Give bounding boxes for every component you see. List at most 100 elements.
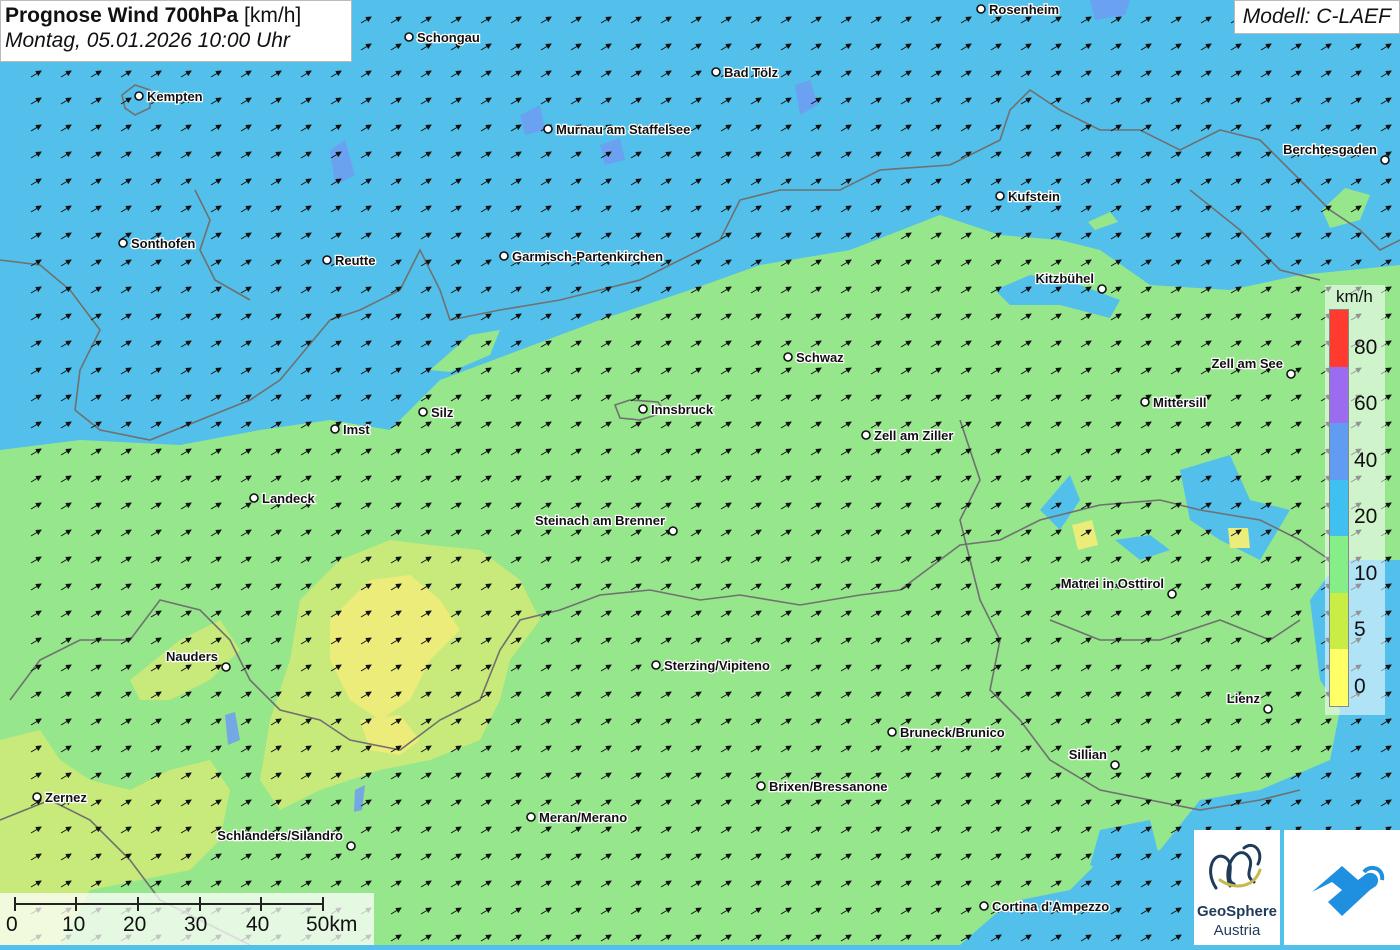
scale-label: 10	[62, 913, 86, 936]
city-label: Kitzbühel	[1036, 271, 1095, 286]
city-label: Innsbruck	[651, 402, 714, 417]
city-marker-dot[interactable]	[668, 526, 678, 536]
city-marker-dot[interactable]	[1140, 397, 1150, 407]
city-garmisch-partenkirchen[interactable]: Garmisch-Partenkirchen	[499, 248, 664, 265]
city-marker-dot[interactable]	[418, 407, 428, 417]
legend-tick-label: 40	[1354, 448, 1378, 472]
city-marker-dot[interactable]	[322, 255, 332, 265]
scale-tick	[14, 897, 16, 911]
weather-app-logo[interactable]	[1284, 830, 1400, 945]
city-sterzing-vipiteno[interactable]: Sterzing/Vipiteno	[651, 657, 771, 674]
city-sonthofen[interactable]: Sonthofen	[118, 235, 197, 252]
city-marker-dot[interactable]	[638, 404, 648, 414]
city-label: Berchtesgaden	[1283, 142, 1377, 157]
city-marker-dot[interactable]	[995, 191, 1005, 201]
city-marker-dot[interactable]	[499, 251, 509, 261]
city-marker-dot[interactable]	[346, 841, 356, 851]
city-meran-merano[interactable]: Meran/Merano	[526, 809, 628, 826]
city-marker-dot[interactable]	[976, 4, 986, 14]
city-marker-dot[interactable]	[1167, 589, 1177, 599]
legend-tick-label: 20	[1354, 505, 1378, 529]
city-innsbruck[interactable]: Innsbruck	[638, 401, 715, 418]
city-label: Mittersill	[1153, 395, 1206, 410]
city-marker-dot[interactable]	[979, 901, 989, 911]
legend-color-segment	[1330, 423, 1348, 480]
city-label: Bruneck/Brunico	[900, 725, 1005, 740]
geosphere-name: GeoSphere	[1196, 903, 1278, 920]
color-legend: km/h 80 60 40 20 10 5 0	[1325, 285, 1385, 715]
city-label: Sillian	[1069, 747, 1107, 762]
city-marker-dot[interactable]	[404, 32, 414, 42]
city-label: Kufstein	[1008, 189, 1060, 204]
geosphere-logo[interactable]: GeoSphere Austria	[1194, 830, 1280, 945]
city-bruneck-brunico[interactable]: Bruneck/Brunico	[887, 724, 1006, 741]
scale-tick	[260, 897, 262, 911]
city-label: Nauders	[166, 649, 218, 664]
city-label: Sonthofen	[131, 236, 195, 251]
city-schongau[interactable]: Schongau	[404, 29, 481, 46]
legend-color-segment	[1330, 536, 1348, 593]
legend-tick-label: 0	[1354, 675, 1366, 698]
wind-map[interactable]: Rosenheim Schongau Bad Tölz Kempten Murnau a…	[0, 0, 1400, 945]
city-label: Zell am Ziller	[874, 428, 953, 443]
city-marker-dot[interactable]	[134, 91, 144, 101]
scale-tick	[137, 897, 139, 911]
city-brixen-bressanone[interactable]: Brixen/Bressanone	[756, 778, 889, 795]
city-cortina-d-ampezzo[interactable]: Cortina d'Ampezzo	[979, 898, 1111, 915]
model-label: Modell: C-LAEF	[1233, 0, 1400, 34]
city-rosenheim[interactable]: Rosenheim	[976, 1, 1060, 18]
legend-color-segment	[1330, 592, 1348, 650]
city-label: Zell am See	[1211, 356, 1283, 371]
city-marker-dot[interactable]	[783, 352, 793, 362]
city-label: Matrei in Osttirol	[1061, 576, 1164, 591]
legend-color-bar	[1329, 309, 1349, 707]
city-label: Silz	[431, 405, 454, 420]
city-label: Zernez	[45, 790, 87, 805]
city-marker-dot[interactable]	[861, 430, 871, 440]
scale-label: 0	[6, 913, 18, 936]
map-title-unit: [km/h]	[244, 4, 302, 27]
legend-tick-label: 5	[1354, 618, 1366, 642]
city-marker-dot[interactable]	[32, 792, 42, 802]
city-label: Reutte	[335, 253, 375, 268]
city-marker-dot[interactable]	[887, 727, 897, 737]
legend-color-segment	[1330, 479, 1348, 537]
scale-label: 50km	[306, 913, 358, 936]
city-label: Cortina d'Ampezzo	[992, 899, 1109, 914]
city-marker-dot[interactable]	[249, 493, 259, 503]
city-label: Schlanders/Silandro	[217, 828, 343, 843]
city-label: Garmisch-Partenkirchen	[512, 249, 663, 264]
city-marker-dot[interactable]	[1110, 760, 1120, 770]
city-marker-dot[interactable]	[118, 238, 128, 248]
city-marker-dot[interactable]	[526, 812, 536, 822]
city-label: Lienz	[1227, 691, 1261, 706]
city-label: Kempten	[147, 89, 203, 104]
city-marker-dot[interactable]	[330, 424, 340, 434]
city-marker-dot[interactable]	[543, 124, 553, 134]
city-marker-dot[interactable]	[1380, 155, 1390, 165]
legend-color-segment	[1330, 310, 1348, 367]
legend-color-segment	[1330, 649, 1348, 706]
map-title: Prognose Wind 700hPa	[5, 4, 239, 27]
city-label: Brixen/Bressanone	[769, 779, 888, 794]
scale-tick	[322, 897, 324, 911]
city-label: Bad Tölz	[724, 65, 779, 80]
city-marker-dot[interactable]	[711, 67, 721, 77]
city-marker-dot[interactable]	[221, 662, 231, 672]
city-murnau-am-staffelsee[interactable]: Murnau am Staffelsee	[543, 121, 692, 138]
city-label: Murnau am Staffelsee	[556, 122, 690, 137]
city-marker-dot[interactable]	[1263, 704, 1273, 714]
city-marker-dot[interactable]	[756, 781, 766, 791]
city-marker-dot[interactable]	[651, 660, 661, 670]
city-marker-dot[interactable]	[1286, 369, 1296, 379]
city-label: Rosenheim	[989, 2, 1059, 17]
city-label: Steinach am Brenner	[535, 513, 665, 528]
scale-label: 30	[184, 913, 208, 936]
scale-label: 20	[123, 913, 147, 936]
scale-line	[14, 903, 322, 905]
city-zell-am-ziller[interactable]: Zell am Ziller	[861, 427, 955, 444]
scale-tick	[199, 897, 201, 911]
cloud-arrow-icon	[1312, 865, 1385, 916]
city-marker-dot[interactable]	[1097, 284, 1107, 294]
city-label: Imst	[343, 422, 370, 437]
